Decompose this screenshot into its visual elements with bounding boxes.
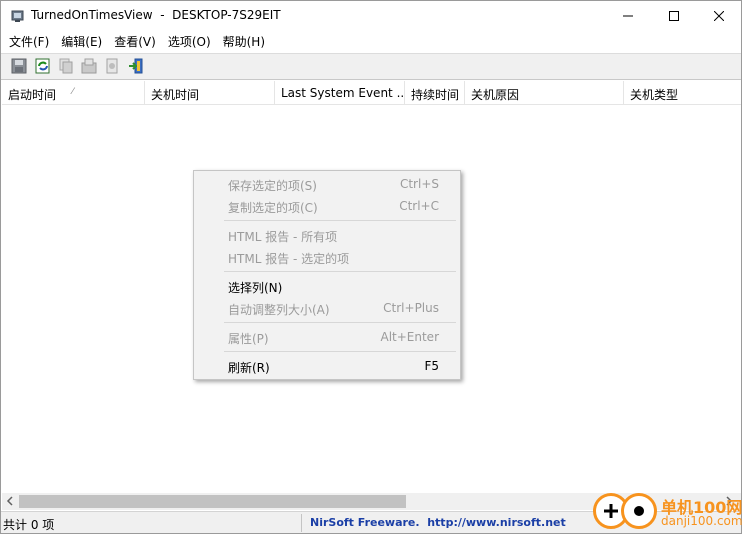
menu-options[interactable]: 选项(O) — [162, 31, 217, 52]
column-header-shutdown-time[interactable]: 关机时间 — [145, 81, 275, 105]
column-header-shutdown-reason[interactable]: 关机原因 — [465, 81, 624, 105]
sort-indicator-icon: ⁄ — [72, 87, 74, 97]
menu-item-refresh[interactable]: 刷新(R) F5 — [194, 355, 460, 377]
menu-item-shortcut: Ctrl+Plus — [383, 301, 439, 315]
scroll-left-icon[interactable] — [5, 496, 15, 506]
menu-item-label: HTML 报告 - 所有项 — [228, 230, 338, 244]
save-icon[interactable] — [11, 58, 27, 74]
item-count: 共计 0 项 — [3, 518, 55, 532]
menu-separator — [224, 220, 456, 221]
column-label: 启动时间 — [8, 88, 57, 102]
column-label: 持续时间 — [411, 88, 460, 102]
column-header-last-system-event[interactable]: Last System Event ... — [275, 81, 405, 105]
column-label: 关机原因 — [471, 88, 520, 102]
menu-separator — [224, 322, 456, 323]
copy-icon[interactable] — [58, 58, 74, 74]
menu-item-save-selected[interactable]: 保存选定的项(S) Ctrl+S — [194, 173, 460, 195]
context-menu: 保存选定的项(S) Ctrl+S 复制选定的项(C) Ctrl+C HTML 报… — [193, 170, 461, 380]
column-header-shutdown-type[interactable]: 关机类型 — [624, 81, 741, 105]
menu-item-shortcut: Alt+Enter — [380, 330, 439, 344]
status-divider — [301, 514, 302, 532]
app-icon — [11, 10, 24, 22]
scrollbar-thumb[interactable] — [19, 495, 406, 508]
menu-item-copy-selected[interactable]: 复制选定的项(C) Ctrl+C — [194, 195, 460, 217]
menu-item-shortcut: F5 — [424, 359, 439, 373]
menu-item-label: HTML 报告 - 选定的项 — [228, 252, 350, 266]
column-label: 关机时间 — [151, 88, 200, 102]
menu-item-label: 刷新(R) — [228, 361, 270, 375]
menu-separator — [224, 271, 456, 272]
column-label: Last System Event ... — [281, 86, 405, 100]
properties-icon[interactable] — [81, 58, 97, 74]
menu-item-html-report-selected[interactable]: HTML 报告 - 选定的项 — [194, 246, 460, 268]
column-header-duration[interactable]: 持续时间 — [405, 81, 465, 105]
window-title: TurnedOnTimesView - DESKTOP-7S29EIT — [31, 8, 281, 22]
menu-item-properties[interactable]: 属性(P) Alt+Enter — [194, 326, 460, 348]
menu-item-choose-columns[interactable]: 选择列(N) — [194, 275, 460, 297]
menu-edit[interactable]: 编辑(E) — [55, 31, 108, 52]
column-header-boot-time[interactable]: 启动时间 ⁄ — [2, 81, 145, 105]
exit-icon[interactable] — [128, 58, 144, 74]
minimize-button[interactable] — [605, 1, 651, 31]
maximize-icon — [669, 11, 679, 21]
nirsoft-link[interactable]: NirSoft Freeware. http://www.nirsoft.net — [310, 516, 566, 529]
menu-item-shortcut: Ctrl+C — [399, 199, 439, 213]
html-report-icon[interactable] — [104, 58, 120, 74]
list-header: 启动时间 ⁄ 关机时间 Last System Event ... 持续时间 关… — [2, 81, 741, 105]
watermark-logo: 单机100网 danji100.com — [591, 491, 742, 534]
menu-item-html-report-all[interactable]: HTML 报告 - 所有项 — [194, 224, 460, 246]
watermark-dot-icon — [621, 493, 657, 529]
maximize-button[interactable] — [651, 1, 697, 31]
menu-item-label: 复制选定的项(C) — [228, 201, 318, 215]
app-window: TurnedOnTimesView - DESKTOP-7S29EIT 文件(F… — [0, 0, 742, 534]
menu-separator — [224, 351, 456, 352]
menu-item-shortcut: Ctrl+S — [399, 177, 439, 191]
refresh-icon[interactable] — [35, 58, 51, 74]
column-label: 关机类型 — [630, 88, 679, 102]
title-bar[interactable]: TurnedOnTimesView - DESKTOP-7S29EIT — [1, 1, 741, 31]
toolbar — [1, 53, 741, 80]
menu-file[interactable]: 文件(F) — [3, 31, 55, 52]
close-button[interactable] — [696, 1, 742, 31]
minimize-icon — [623, 15, 633, 17]
menu-item-label: 属性(P) — [228, 332, 269, 346]
menu-item-auto-size-columns[interactable]: 自动调整列大小(A) Ctrl+Plus — [194, 297, 460, 319]
close-icon — [714, 11, 724, 21]
menu-help[interactable]: 帮助(H) — [217, 31, 271, 52]
watermark-url: danji100.com — [661, 514, 742, 528]
menu-item-label: 保存选定的项(S) — [228, 179, 317, 193]
menu-bar: 文件(F) 编辑(E) 查看(V) 选项(O) 帮助(H) — [1, 31, 741, 52]
menu-item-label: 选择列(N) — [228, 281, 283, 295]
menu-item-label: 自动调整列大小(A) — [228, 303, 330, 317]
menu-view[interactable]: 查看(V) — [108, 31, 162, 52]
